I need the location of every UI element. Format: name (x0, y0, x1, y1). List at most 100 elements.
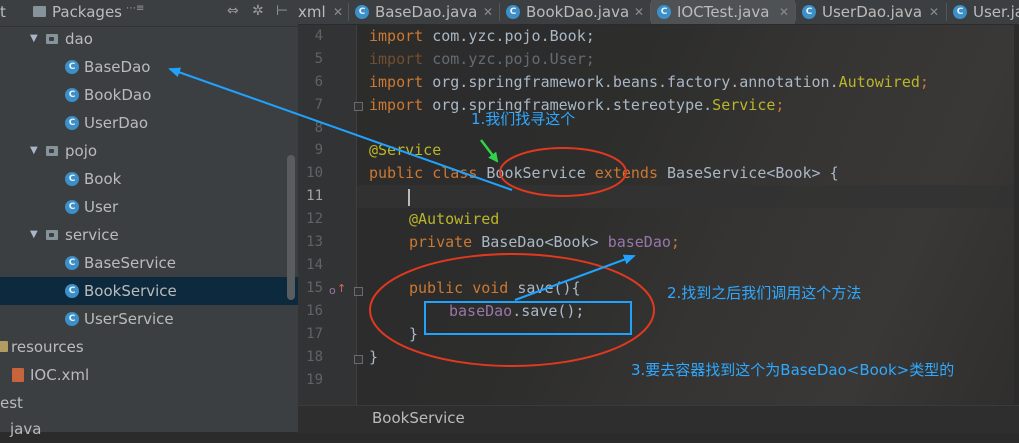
tab-bookdao[interactable]: C BookDao.java ✕ (500, 0, 650, 24)
project-sidebar: t Packages ⋯≡ ⇔ ✲ ⊢ ▼ dao C BaseDao C Bo… (0, 0, 298, 438)
line-number: 17 (306, 326, 323, 342)
tree-item-bookservice[interactable]: C BookService (0, 277, 298, 305)
line-number: 8 (314, 120, 323, 136)
close-icon[interactable]: ✕ (634, 0, 644, 24)
tree-item-label: dao (65, 30, 93, 48)
expand-arrow-icon[interactable]: ▼ (30, 221, 38, 249)
code-line-18: } (369, 348, 379, 366)
class-icon: C (65, 284, 79, 298)
code-line-7: import org.springframework.stereotype.Se… (369, 96, 785, 114)
tree-item-userservice[interactable]: C UserService (0, 305, 298, 333)
code-line-12: @Autowired (409, 210, 500, 228)
tab-userdao[interactable]: C UserDao.java ✕ (796, 0, 946, 24)
line-number: 10 (306, 165, 323, 181)
tree-item-label: java (10, 420, 42, 438)
view-selector-packages[interactable]: Packages (52, 3, 122, 21)
gear-icon[interactable]: ✲ (252, 3, 264, 19)
tab-ioctest[interactable]: C IOCTest.java ✕ (651, 0, 795, 24)
text-caret (408, 189, 410, 206)
tree-item-resources[interactable]: resources (0, 333, 298, 361)
current-line-highlight (298, 185, 1019, 208)
tree-item-dao[interactable]: ▼ dao (0, 25, 298, 53)
code-line-6: import org.springframework.beans.factory… (369, 73, 929, 91)
code-line-10: public class BookService extends BaseSer… (369, 164, 839, 182)
class-icon: C (657, 5, 671, 19)
tree-item-label: pojo (65, 142, 98, 160)
resource-folder-icon (0, 341, 8, 352)
tree-item-book[interactable]: C Book (0, 165, 298, 193)
tree-item-label: User (84, 198, 119, 216)
line-number-gutter: 4 5 6 7 8 9 10 11 12 13 14 15 16 17 18 1… (298, 25, 356, 405)
class-icon: C (65, 60, 79, 74)
package-icon (46, 146, 58, 156)
tab-label: IOCTest.java (677, 3, 770, 21)
line-number: 5 (314, 51, 323, 67)
tab-label: BookDao.java (526, 3, 630, 21)
line-number: 18 (306, 349, 323, 365)
fold-marker-icon[interactable] (354, 355, 363, 364)
tree-item-label: IOC.xml (30, 366, 90, 384)
line-number: 14 (306, 257, 323, 273)
tree-item-label: est (0, 394, 23, 412)
class-name-bookservice: BookService (486, 164, 586, 182)
editor-right-stripe (1014, 25, 1019, 405)
up-arrow-icon[interactable]: ↑ (337, 282, 346, 295)
class-icon: C (65, 200, 79, 214)
tab-xml[interactable]: xml ✕ (298, 0, 350, 24)
tree-item-label: BaseDao (84, 58, 151, 76)
line-number: 6 (314, 74, 323, 90)
class-icon: C (506, 5, 520, 19)
breadcrumb-bar: BookService (298, 405, 1019, 433)
override-marker-icon[interactable]: o (329, 284, 336, 297)
line-number: 4 (314, 28, 323, 44)
xml-file-icon (12, 368, 24, 382)
tree-item-user[interactable]: C User (0, 193, 298, 221)
code-line-17: } (409, 325, 419, 343)
code-editor[interactable]: 4 5 6 7 8 9 10 11 12 13 14 15 16 17 18 1… (298, 25, 1019, 405)
tree-item-service[interactable]: ▼ service (0, 221, 298, 249)
tree-item-baseservice[interactable]: C BaseService (0, 249, 298, 277)
breadcrumb[interactable]: BookService (372, 409, 465, 427)
close-icon[interactable]: ✕ (483, 0, 493, 24)
code-line-4: import com.yzc.pojo.Book; (369, 27, 595, 45)
line-number: 16 (306, 303, 323, 319)
tab-user[interactable]: C User.ja (947, 0, 1019, 24)
tab-label: UserDao.java (822, 3, 923, 21)
annotation-note-1: 1.我们找寻这个 (471, 110, 576, 128)
close-icon[interactable]: ✕ (779, 0, 789, 24)
code-line-5: import com.yzc.pojo.User; (369, 50, 595, 68)
hide-panel-icon[interactable]: ⊢ (276, 3, 288, 19)
fold-marker-icon[interactable] (354, 287, 363, 296)
tab-label: User.ja (973, 3, 1019, 21)
collapse-all-icon[interactable]: ⇔ (227, 3, 239, 19)
tab-basedao[interactable]: C BaseDao.java ✕ (349, 0, 499, 24)
tree-item-test[interactable]: est (0, 389, 298, 417)
close-icon[interactable]: ✕ (929, 0, 939, 24)
tree-item-label: UserService (84, 310, 174, 328)
tree-item-java[interactable]: java (0, 415, 298, 443)
class-icon: C (65, 88, 79, 102)
close-icon[interactable]: ✕ (333, 0, 343, 24)
line-number: 13 (306, 234, 323, 250)
expand-arrow-icon[interactable]: ▼ (30, 25, 38, 53)
tree-item-userdao[interactable]: C UserDao (0, 109, 298, 137)
expand-arrow-icon[interactable]: ▼ (30, 137, 38, 165)
sidebar-scrollbar[interactable] (287, 155, 295, 300)
line-number: 19 (306, 372, 323, 388)
line-number: 12 (306, 211, 323, 227)
class-icon: C (65, 116, 79, 130)
view-dropdown-icon[interactable]: ⋯≡ (126, 3, 144, 14)
header-cut-text: t (0, 3, 6, 21)
tree-item-pojo[interactable]: ▼ pojo (0, 137, 298, 165)
tree-item-ioc-xml[interactable]: IOC.xml (0, 361, 298, 389)
class-icon: C (65, 256, 79, 270)
tree-item-label: BookDao (84, 86, 152, 104)
tree-item-basedao[interactable]: C BaseDao (0, 53, 298, 81)
fold-marker-icon[interactable] (354, 102, 363, 111)
code-line-13: private BaseDao<Book> baseDao; (409, 233, 680, 251)
annotation-note-2: 2.找到之后我们调用这个方法 (667, 284, 862, 302)
line-number-current: 11 (306, 188, 323, 204)
class-icon: C (65, 312, 79, 326)
tree-item-bookdao[interactable]: C BookDao (0, 81, 298, 109)
annotation-note-3: 3.要去容器找到这个为BaseDao<Book>类型的 (631, 361, 955, 379)
